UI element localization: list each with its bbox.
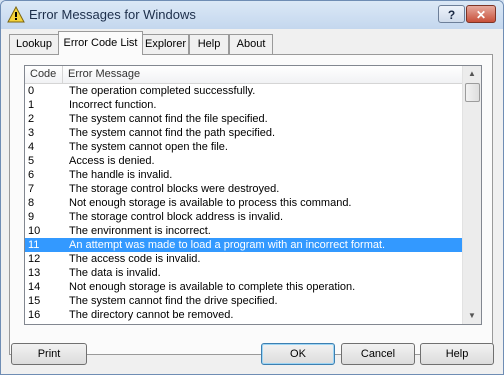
error-message: The system cannot find the file specifie… — [69, 113, 268, 125]
print-button[interactable]: Print — [11, 343, 87, 365]
column-header-code[interactable]: Code — [25, 66, 63, 83]
error-code: 14 — [28, 281, 41, 293]
table-row[interactable]: 8 Not enough storage is available to proc… — [25, 196, 462, 210]
error-code: 3 — [28, 127, 35, 139]
error-code: 5 — [28, 155, 35, 167]
tab-explorer[interactable]: Explorer — [142, 34, 189, 54]
error-message: The access code is invalid. — [69, 253, 201, 265]
table-row[interactable]: 12 The access code is invalid. — [25, 252, 462, 266]
title-bar[interactable]: Error Messages for Windows ? ✕ — [1, 1, 503, 29]
error-message: The data is invalid. — [69, 267, 161, 279]
error-message: The system cannot find the path specifie… — [69, 127, 276, 139]
error-message: The system cannot open the file. — [69, 141, 228, 153]
dialog-client: Lookup Error Code List Explorer Help Abo… — [5, 29, 499, 370]
help-button[interactable]: Help — [420, 343, 494, 365]
table-row[interactable]: 11 An attempt was made to load a program … — [25, 238, 462, 252]
vertical-scrollbar[interactable]: ▲ ▼ — [462, 66, 481, 324]
chevron-down-icon[interactable]: ▼ — [463, 308, 481, 324]
error-code: 4 — [28, 141, 35, 153]
error-message: The system cannot find the drive specifi… — [69, 295, 278, 307]
table-row[interactable]: 4 The system cannot open the file. — [25, 140, 462, 154]
error-code: 16 — [28, 309, 41, 321]
error-code: 2 — [28, 113, 35, 125]
error-message: Not enough storage is available to compl… — [69, 281, 356, 293]
table-row[interactable]: 7 The storage control blocks were destroy… — [25, 182, 462, 196]
error-code: 7 — [28, 183, 35, 195]
error-code: 6 — [28, 169, 35, 181]
error-code: 0 — [28, 85, 35, 97]
scrollbar-thumb[interactable] — [465, 83, 480, 102]
error-code-list[interactable]: Code Error Message 0 The operation comple… — [24, 65, 482, 325]
title-help-button[interactable]: ? — [438, 5, 465, 23]
error-code: 11 — [28, 239, 40, 251]
table-row[interactable]: 5 Access is denied. — [25, 154, 462, 168]
column-header-error-message[interactable]: Error Message — [63, 66, 462, 83]
table-row[interactable]: 0 The operation completed successfully. — [25, 84, 462, 98]
list-header: Code Error Message — [25, 66, 462, 84]
table-row[interactable]: 13 The data is invalid. — [25, 266, 462, 280]
table-row[interactable]: 15 The system cannot find the drive speci… — [25, 294, 462, 308]
error-code: 1 — [28, 99, 35, 111]
error-message: Incorrect function. — [69, 99, 157, 111]
error-message: An attempt was made to load a program wi… — [69, 239, 386, 251]
error-message: The directory cannot be removed. — [69, 309, 234, 321]
error-message: The operation completed successfully. — [69, 85, 256, 97]
error-code: 13 — [28, 267, 41, 279]
table-row[interactable]: 9 The storage control block address is in… — [25, 210, 462, 224]
table-row[interactable]: 16 The directory cannot be removed. — [25, 308, 462, 322]
warning-icon — [7, 6, 25, 23]
table-row[interactable]: 10 The environment is incorrect. — [25, 224, 462, 238]
list-rows: 0 The operation completed successfully. 1 I… — [25, 84, 462, 322]
chevron-up-icon[interactable]: ▲ — [463, 66, 481, 82]
ok-button[interactable]: OK — [261, 343, 335, 365]
table-row[interactable]: 1 Incorrect function. — [25, 98, 462, 112]
error-code: 8 — [28, 197, 35, 209]
tab-help[interactable]: Help — [189, 34, 229, 54]
error-message: The handle is invalid. — [69, 169, 173, 181]
table-row[interactable]: 3 The system cannot find the path specifi… — [25, 126, 462, 140]
window-title: Error Messages for Windows — [29, 7, 196, 22]
table-row[interactable]: 6 The handle is invalid. — [25, 168, 462, 182]
tab-about[interactable]: About — [229, 34, 273, 54]
error-message: The storage control blocks were destroye… — [69, 183, 280, 195]
dialog-window: Error Messages for Windows ? ✕ Lookup Er… — [0, 0, 504, 375]
close-button[interactable]: ✕ — [466, 5, 496, 23]
table-row[interactable]: 2 The system cannot find the file specifi… — [25, 112, 462, 126]
error-message: Not enough storage is available to proce… — [69, 197, 352, 209]
tab-lookup[interactable]: Lookup — [9, 34, 59, 54]
error-code: 15 — [28, 295, 41, 307]
error-message: The environment is incorrect. — [69, 225, 211, 237]
error-code: 9 — [28, 211, 35, 223]
error-code: 12 — [28, 253, 41, 265]
error-code: 10 — [28, 225, 41, 237]
error-message: The storage control block address is inv… — [69, 211, 283, 223]
error-message: Access is denied. — [69, 155, 155, 167]
tab-error-code-list[interactable]: Error Code List — [58, 31, 143, 55]
cancel-button[interactable]: Cancel — [341, 343, 415, 365]
table-row[interactable]: 14 Not enough storage is available to com… — [25, 280, 462, 294]
